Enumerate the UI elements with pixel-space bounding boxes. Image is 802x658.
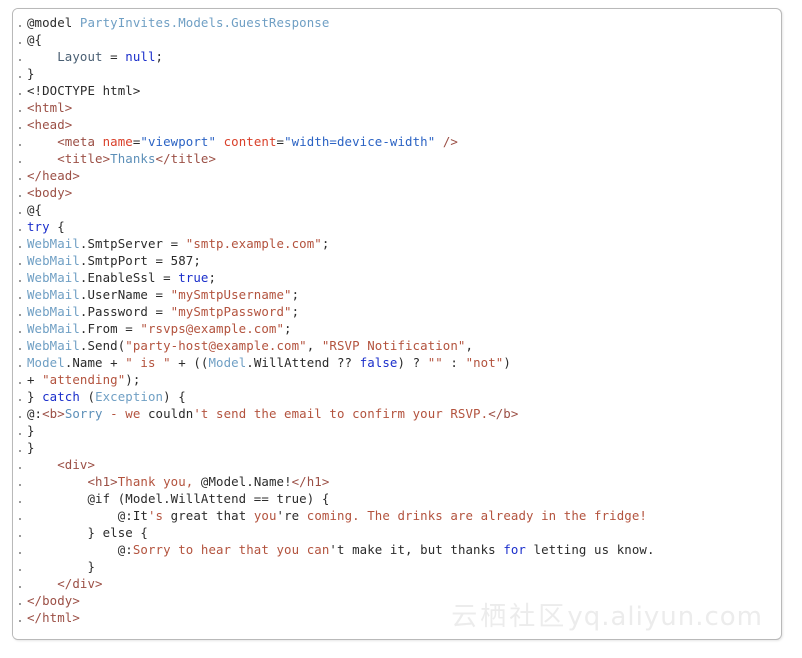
- line-marker-dot: [19, 348, 21, 350]
- line-marker-dot: [19, 569, 21, 571]
- code-line: <body>: [27, 185, 73, 200]
- line-marker-dot: [19, 59, 21, 61]
- line-marker-dot: [19, 518, 21, 520]
- code-line: WebMail.Send("party-host@example.com", "…: [27, 338, 474, 353]
- code-line: }: [27, 440, 35, 455]
- code-line: + "attending");: [27, 372, 141, 387]
- code-line: </html>: [27, 610, 80, 625]
- line-marker-dot: [19, 450, 21, 452]
- code-line: }: [27, 559, 96, 574]
- line-marker-dot: [19, 195, 21, 197]
- code-line: } else {: [27, 525, 148, 540]
- line-marker-dot: [19, 76, 21, 78]
- code-line: <div>: [57, 457, 96, 472]
- line-marker-dot: [19, 603, 21, 605]
- code-line: } catch (Exception) {: [27, 389, 186, 404]
- page-root: @model PartyInvites.Models.GuestResponse…: [0, 0, 802, 658]
- line-marker-dot: [19, 161, 21, 163]
- code-listing-panel: @model PartyInvites.Models.GuestResponse…: [12, 8, 782, 640]
- line-marker-dot: [19, 229, 21, 231]
- code-line: </head>: [27, 168, 80, 183]
- code-line: Layout = null;: [57, 49, 164, 64]
- code-line: @:It's great that you're coming. The dri…: [27, 508, 647, 523]
- code-line: @{: [27, 32, 43, 47]
- line-marker-dot: [19, 535, 21, 537]
- code-line: <title>Thanks</title>: [57, 151, 217, 166]
- line-marker-dot: [19, 467, 21, 469]
- code-line: }: [27, 66, 35, 81]
- line-marker-dot: [19, 280, 21, 282]
- line-marker-dot: [19, 110, 21, 112]
- code-line: WebMail.UserName = "mySmtpUsername";: [27, 287, 300, 302]
- line-marker-dot: [19, 25, 21, 27]
- line-marker-dot: [19, 212, 21, 214]
- code-line: <head>: [27, 117, 73, 132]
- code-line: WebMail.SmtpServer = "smtp.example.com";: [27, 236, 330, 251]
- code-line: try {: [27, 219, 65, 234]
- line-marker-dot: [19, 297, 21, 299]
- line-marker-dot: [19, 399, 21, 401]
- line-marker-dot: [19, 246, 21, 248]
- code-line: WebMail.From = "rsvps@example.com";: [27, 321, 292, 336]
- line-marker-dot: [19, 144, 21, 146]
- code-line: WebMail.SmtpPort = 587;: [27, 253, 201, 268]
- line-marker-dot: [19, 620, 21, 622]
- line-marker-dot: [19, 42, 21, 44]
- line-marker-dot: [19, 433, 21, 435]
- line-marker-dot: [19, 331, 21, 333]
- code-line: <meta name="viewport" content="width=dev…: [57, 134, 458, 149]
- code-line: <h1>Thank you, @Model.Name!</h1>: [87, 474, 330, 489]
- line-marker-dot: [19, 552, 21, 554]
- code-line: @if (Model.WillAttend == true) {: [27, 491, 330, 506]
- line-marker-dot: [19, 127, 21, 129]
- line-marker-dot: [19, 263, 21, 265]
- line-marker-dot: [19, 93, 21, 95]
- code-line: WebMail.EnableSsl = true;: [27, 270, 217, 285]
- line-marker-dot: [19, 365, 21, 367]
- code-line: }: [27, 423, 35, 438]
- code-line: @:<b>Sorry - we couldn't send the email …: [27, 406, 519, 421]
- code-line: <!DOCTYPE html>: [27, 83, 141, 98]
- code-line: @{: [27, 202, 43, 217]
- line-marker-dot: [19, 178, 21, 180]
- line-marker-dot: [19, 484, 21, 486]
- line-marker-dot: [19, 314, 21, 316]
- code-line: Model.Name + " is " + ((Model.WillAttend…: [27, 355, 511, 370]
- line-marker-dot: [19, 501, 21, 503]
- code-line: </body>: [27, 593, 80, 608]
- editor-gutter: [13, 9, 27, 639]
- line-marker-dot: [19, 586, 21, 588]
- code-line: WebMail.Password = "mySmtpPassword";: [27, 304, 300, 319]
- line-marker-dot: [19, 416, 21, 418]
- code-line: </div>: [57, 576, 103, 591]
- code-line: <html>: [27, 100, 73, 115]
- code-line: @:Sorry to hear that you can't make it, …: [27, 542, 655, 557]
- code-line: @model PartyInvites.Models.GuestResponse: [27, 15, 330, 30]
- code-content[interactable]: @model PartyInvites.Models.GuestResponse…: [27, 14, 781, 639]
- line-marker-dot: [19, 382, 21, 384]
